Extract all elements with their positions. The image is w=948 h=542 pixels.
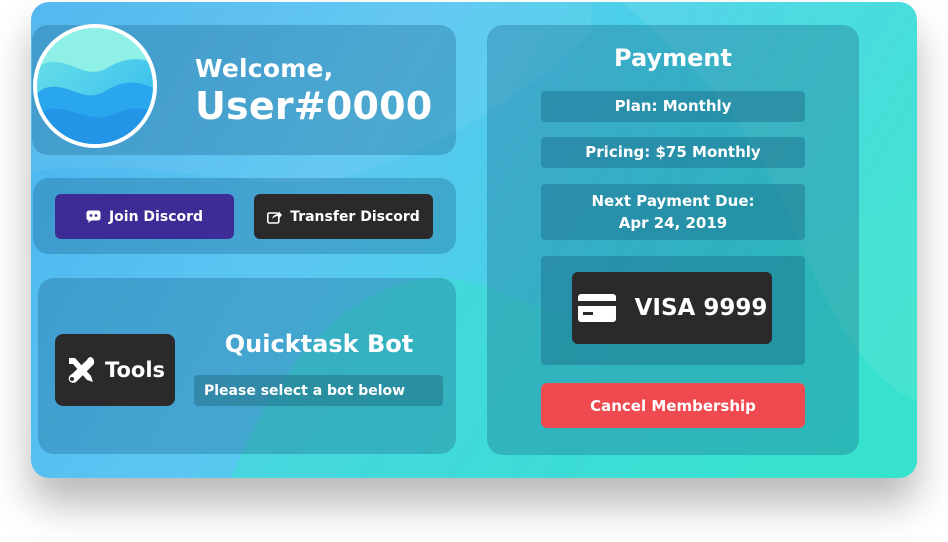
next-payment-info: Next Payment Due: Apr 24, 2019 [541, 184, 805, 240]
bot-select-dropdown[interactable]: Please select a bot below [194, 375, 443, 406]
credit-card-icon [577, 294, 616, 322]
join-discord-label: Join Discord [108, 208, 204, 225]
avatar-wave-icon [37, 28, 153, 144]
transfer-discord-label: Transfer Discord [290, 208, 420, 225]
discord-icon [86, 210, 101, 223]
join-discord-button[interactable]: Join Discord [55, 194, 234, 239]
tools-button[interactable]: Tools [55, 334, 175, 406]
wrench-screwdriver-icon [68, 357, 95, 383]
next-payment-date: Apr 24, 2019 [618, 214, 728, 232]
welcome-greeting: Welcome, [195, 54, 334, 83]
payment-title: Payment [614, 44, 732, 72]
share-arrow-icon [267, 211, 283, 224]
bot-title: Quicktask Bot [224, 330, 414, 358]
avatar[interactable] [33, 24, 157, 148]
username: User#0000 [195, 84, 433, 128]
card-label: VISA 9999 [634, 295, 768, 321]
payment-card-button[interactable]: VISA 9999 [572, 272, 772, 344]
plan-info: Plan: Monthly [541, 91, 805, 122]
cancel-membership-button[interactable]: Cancel Membership [541, 383, 805, 428]
next-payment-label: Next Payment Due: [591, 192, 755, 210]
cancel-membership-label: Cancel Membership [590, 396, 756, 415]
transfer-discord-button[interactable]: Transfer Discord [254, 194, 433, 239]
tools-label: Tools [104, 358, 166, 382]
pricing-info: Pricing: $75 Monthly [541, 137, 805, 168]
